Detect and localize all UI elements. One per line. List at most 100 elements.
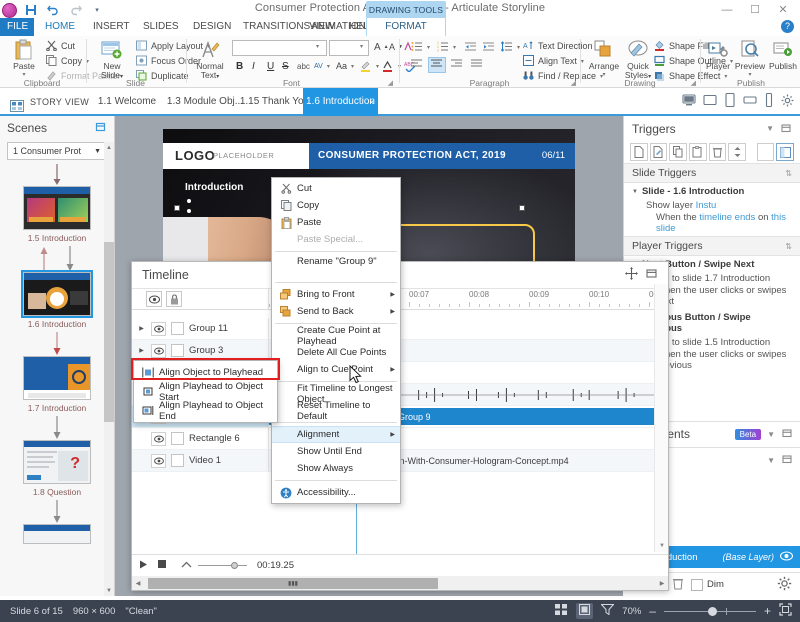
undock-panel-icon[interactable] xyxy=(781,453,793,467)
tab-transitions[interactable]: TRANSITIONS xyxy=(236,18,302,36)
trigger-when-link[interactable]: timeline ends xyxy=(699,212,755,223)
hscroll-thumb[interactable]: ▮▮▮ xyxy=(148,578,438,589)
italic-button[interactable]: I xyxy=(250,59,257,73)
slide-trigger-node[interactable]: ▼ Slide - 1.6 Introduction xyxy=(632,186,792,197)
paste-button[interactable]: Paste ▾ xyxy=(4,38,44,78)
strikethrough-button[interactable]: S xyxy=(280,59,291,73)
text-highlight-button[interactable]: ▾ xyxy=(358,59,381,73)
player-triggers-section-header[interactable]: Player Triggers ⇅ xyxy=(624,236,800,256)
scenes-scroll-thumb[interactable] xyxy=(104,242,114,422)
context-menu[interactable]: Cut Copy Paste Paste Special... Rename "… xyxy=(271,177,401,504)
expander-icon[interactable]: ▶ xyxy=(137,325,146,332)
desktop-icon[interactable] xyxy=(703,94,717,106)
preview-button[interactable]: Preview ▾ xyxy=(734,38,766,78)
menu-item-cut[interactable]: Cut xyxy=(272,180,400,197)
close-icon[interactable]: × xyxy=(369,89,374,117)
scene-selector-dropdown[interactable]: 1 Consumer Prot ▼ xyxy=(7,142,107,160)
tab-slides[interactable]: SLIDES xyxy=(136,18,184,36)
trigger-view-list-button[interactable] xyxy=(757,143,775,161)
edit-trigger-button[interactable] xyxy=(650,143,668,161)
expander-icon[interactable]: ▶ xyxy=(137,347,146,354)
zoom-slider[interactable] xyxy=(664,611,756,612)
dim-checkbox[interactable] xyxy=(691,579,703,591)
numbering-button[interactable]: 123▾ xyxy=(435,40,458,54)
menu-item-alignment[interactable]: Alignment ▶ xyxy=(272,426,400,443)
bullets-button[interactable]: ▾ xyxy=(409,40,432,54)
story-view-button[interactable]: STORY VIEW xyxy=(8,88,97,116)
player-button[interactable]: Player xyxy=(702,38,734,71)
menu-item-create-cue-point[interactable]: Create Cue Point at Playhead xyxy=(272,327,400,344)
line-spacing-button[interactable]: ▾ xyxy=(499,40,522,54)
underline-button[interactable]: U xyxy=(265,59,276,73)
font-dialog-launcher[interactable]: ◢ xyxy=(388,79,393,87)
delete-trigger-button[interactable] xyxy=(709,143,727,161)
alignment-submenu[interactable]: Align Object to Playhead Align Playhead … xyxy=(133,360,278,423)
menu-item-delete-cue-points[interactable]: Delete All Cue Points xyxy=(272,344,400,361)
submenu-item-align-object-to-playhead[interactable]: Align Object to Playhead xyxy=(134,363,277,382)
clear-formatting-button[interactable]: abc xyxy=(295,59,312,73)
collapse-all-icon[interactable]: ⇅ xyxy=(785,242,792,251)
scene-thumbnail[interactable] xyxy=(23,186,91,230)
scroll-left-icon[interactable]: ◀ xyxy=(132,580,144,587)
align-text-button[interactable]: Align Text▾ xyxy=(521,54,586,68)
zoom-slider-thumb[interactable] xyxy=(708,607,717,616)
normal-view-icon[interactable] xyxy=(555,604,568,618)
restore-button[interactable]: ☐ xyxy=(742,1,768,18)
undock-panel-icon[interactable] xyxy=(94,120,107,136)
trigger-target-link[interactable]: Instu xyxy=(696,200,717,211)
eye-icon[interactable] xyxy=(151,432,166,446)
delete-layer-button[interactable] xyxy=(671,576,685,593)
menu-item-align-to-cue-point[interactable]: Align to Cue Point ▶ xyxy=(272,361,400,378)
change-case-button[interactable]: Aa▾ xyxy=(334,59,356,73)
menu-item-show-always[interactable]: Show Always xyxy=(272,460,400,477)
scroll-down-icon[interactable]: ▼ xyxy=(655,540,669,552)
tab-1-6-introduction[interactable]: 1.6 Introduction × xyxy=(303,88,378,116)
new-slide-button[interactable]: NewSlide▾ xyxy=(92,38,132,82)
move-panel-icon[interactable] xyxy=(625,267,638,283)
character-spacing-button[interactable]: AV▾ xyxy=(312,59,332,73)
undock-panel-icon[interactable] xyxy=(780,122,792,136)
phone-icon[interactable] xyxy=(764,93,774,107)
eye-icon[interactable] xyxy=(151,322,166,336)
menu-item-accessibility[interactable]: Accessibility... xyxy=(272,484,400,501)
chevron-down-icon[interactable]: ▼ xyxy=(767,456,775,465)
paste-trigger-button[interactable] xyxy=(689,143,707,161)
reorder-trigger-button[interactable] xyxy=(728,143,746,161)
collapse-all-icon[interactable]: ⇅ xyxy=(785,169,792,178)
zoom-in-button[interactable]: + xyxy=(764,604,771,618)
minimize-button[interactable]: — xyxy=(714,1,740,18)
lock-all-icon[interactable] xyxy=(166,291,182,307)
trigger-view-panel-button[interactable] xyxy=(776,143,794,161)
lock-checkbox[interactable] xyxy=(171,344,184,357)
font-size-caret-icon[interactable]: ▾ xyxy=(360,43,363,50)
help-icon[interactable]: ? xyxy=(781,20,794,33)
device-settings-icon[interactable] xyxy=(781,94,794,107)
decrease-indent-button[interactable] xyxy=(463,40,479,54)
timeline-zoom-slider[interactable] xyxy=(198,562,247,569)
increase-indent-button[interactable] xyxy=(481,40,497,54)
tab-view[interactable]: VIEW xyxy=(302,18,342,36)
bold-button[interactable]: B xyxy=(234,59,245,73)
scenes-scrollbar[interactable]: ▲ ▼ xyxy=(104,142,114,596)
eye-icon[interactable] xyxy=(780,551,793,564)
stop-button[interactable] xyxy=(157,559,167,572)
lock-checkbox[interactable] xyxy=(171,432,184,445)
cut-button[interactable]: Cut xyxy=(44,39,77,53)
chevron-down-icon[interactable]: ▼ xyxy=(766,124,774,133)
tablet-landscape-icon[interactable] xyxy=(743,95,757,105)
tab-format[interactable]: FORMAT xyxy=(366,18,446,36)
layer-properties-button[interactable] xyxy=(777,576,792,594)
submenu-item-align-playhead-to-object-start[interactable]: Align Playhead to Object Start xyxy=(134,382,277,401)
scroll-down-icon[interactable]: ▼ xyxy=(104,585,114,596)
undock-panel-icon[interactable] xyxy=(645,267,658,283)
eye-icon[interactable] xyxy=(151,344,166,358)
zoom-out-button[interactable]: – xyxy=(649,604,656,618)
scene-thumbnail[interactable] xyxy=(23,524,91,544)
play-pause-button[interactable] xyxy=(138,559,149,573)
menu-item-show-until-end[interactable]: Show Until End xyxy=(272,443,400,460)
align-center-button[interactable] xyxy=(429,58,445,72)
lock-checkbox[interactable] xyxy=(171,454,184,467)
copy-trigger-button[interactable] xyxy=(669,143,687,161)
slide-trigger-action[interactable]: Show layer Instu xyxy=(632,200,792,211)
expander-icon[interactable]: ▼ xyxy=(632,189,638,195)
